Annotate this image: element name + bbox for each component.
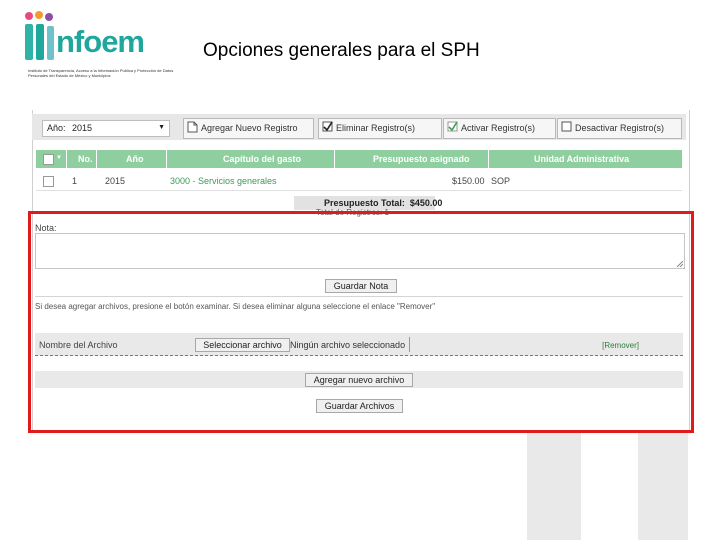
cell-unit: SOP bbox=[491, 176, 511, 186]
column-header-chapter[interactable]: Capítulo del gasto bbox=[223, 154, 301, 164]
add-record-button[interactable]: Agregar Nuevo Registro bbox=[183, 118, 314, 139]
checkbox-checked-icon bbox=[322, 121, 333, 132]
column-divider bbox=[166, 150, 167, 168]
infoem-logo: nfoem Instituto de Transparencia, Acceso… bbox=[22, 10, 173, 80]
row-checkbox[interactable] bbox=[43, 176, 54, 187]
table-header: ▼ No. Año Capítulo del gasto Presupuesto… bbox=[36, 150, 682, 168]
activate-record-label: Activar Registro(s) bbox=[461, 123, 536, 133]
cell-budget: $150.00 bbox=[452, 176, 485, 186]
logo-subtitle: Instituto de Transparencia, Acceso a la … bbox=[28, 68, 174, 78]
cell-chapter[interactable]: 3000 - Servicios generales bbox=[170, 176, 277, 186]
background-column bbox=[638, 430, 688, 540]
checkbox-checked-icon bbox=[447, 121, 458, 132]
activate-record-button[interactable]: Activar Registro(s) bbox=[443, 118, 556, 139]
select-all-checkbox[interactable] bbox=[43, 154, 54, 165]
checkbox-empty-icon bbox=[561, 121, 572, 132]
cell-year: 2015 bbox=[105, 176, 126, 186]
column-divider bbox=[488, 150, 489, 168]
chevron-down-icon: ▼ bbox=[158, 124, 165, 131]
table-row[interactable]: 1 2015 3000 - Servicios generales $150.0… bbox=[36, 172, 682, 191]
column-header-year[interactable]: Año bbox=[126, 154, 144, 164]
column-divider bbox=[66, 150, 67, 168]
delete-record-label: Eliminar Registro(s) bbox=[336, 123, 416, 133]
chevron-down-icon[interactable]: ▼ bbox=[56, 155, 62, 161]
page-title: Opciones generales para el SPH bbox=[203, 40, 480, 61]
highlight-box bbox=[28, 211, 694, 433]
column-divider bbox=[334, 150, 335, 168]
add-record-label: Agregar Nuevo Registro bbox=[201, 123, 298, 133]
background-column bbox=[527, 430, 581, 540]
deactivate-record-label: Desactivar Registro(s) bbox=[575, 123, 665, 133]
column-header-unit[interactable]: Unidad Administrativa bbox=[534, 154, 629, 164]
deactivate-record-button[interactable]: Desactivar Registro(s) bbox=[557, 118, 682, 139]
column-header-no[interactable]: No. bbox=[78, 154, 93, 164]
logo-text: nfoem bbox=[56, 24, 145, 59]
document-icon bbox=[187, 121, 198, 133]
year-select[interactable]: Año: 2015 ▼ bbox=[42, 120, 170, 137]
year-value: 2015 bbox=[72, 123, 93, 133]
year-label: Año: bbox=[47, 123, 66, 133]
column-divider bbox=[96, 150, 97, 168]
cell-no: 1 bbox=[72, 176, 78, 186]
delete-record-button[interactable]: Eliminar Registro(s) bbox=[318, 118, 442, 139]
column-header-budget[interactable]: Presupuesto asignado bbox=[373, 154, 470, 164]
budget-total-text: Presupuesto Total: $450.00 bbox=[324, 198, 443, 208]
